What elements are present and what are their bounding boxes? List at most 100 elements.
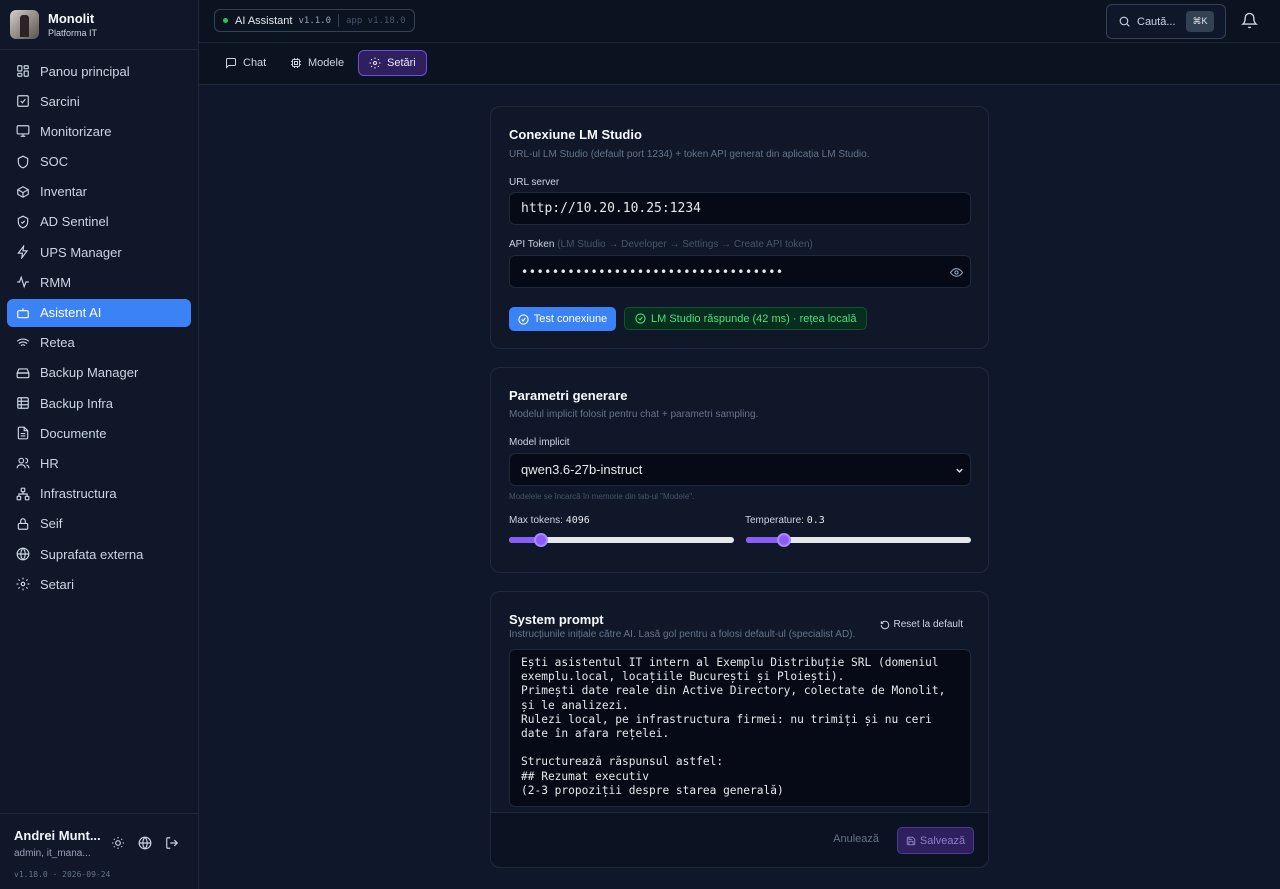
tab-modele[interactable]: Modele [280,50,354,76]
sidebar-item-label: Suprafata externa [40,546,144,562]
sidebar-item-label: AD Sentinel [40,214,109,230]
connection-status-badge: LM Studio răspunde (42 ms) · rețea local… [624,307,868,330]
sidebar-item-label: RMM [40,274,72,290]
user-name: Andrei Munt... [14,828,101,843]
sidebar-item-label: Backup Infra [40,395,113,411]
url-input[interactable]: http://10.20.10.25:1234 [509,192,971,225]
system-prompt-title: System prompt [509,612,604,627]
gear-icon [16,577,30,591]
sidebar-item-label: Monitorizare [40,123,112,139]
connection-status-text: LM Studio răspunde (42 ms) · rețea local… [651,312,857,325]
tab-setari[interactable]: Setări [358,50,427,76]
form-footer: Anulează Salvează [491,812,988,867]
system-prompt-description: Instrucțiunile inițiale către AI. Lasă g… [509,629,856,640]
sidebar-item-backup-manager[interactable]: Backup Manager [7,359,191,387]
sidebar-item-monitorizare[interactable]: Monitorizare [7,117,191,145]
sidebar-item-rmm[interactable]: RMM [7,268,191,296]
bell-icon[interactable] [1241,12,1258,29]
sidebar-nav: Panou principal Sarcini Monitorizare SOC… [0,50,198,598]
globe-icon [16,547,30,561]
eye-icon[interactable] [950,266,963,279]
sidebar-item-hr[interactable]: HR [7,449,191,477]
tab-chat[interactable]: Chat [215,50,276,76]
token-label: API Token (LM Studio → Developer → Setti… [509,239,813,250]
sidebar-item-infrastructura[interactable]: Infrastructura [7,480,191,508]
connection-card: Conexiune LM Studio URL-ul LM Studio (de… [490,106,989,349]
sidebar-item-label: Panou principal [40,63,130,79]
brand-logo [10,10,39,39]
sidebar-item-setari[interactable]: Setari [7,570,191,598]
temperature-slider[interactable] [746,533,971,547]
gear-icon [369,57,381,69]
sidebar-item-inventar[interactable]: Inventar [7,178,191,206]
network-icon [16,487,30,501]
tab-label: Modele [308,57,345,69]
model-hint: Modelele se încarcă în memorie din tab-u… [509,492,695,501]
search-placeholder: Caută... [1137,15,1176,28]
search-icon [1118,15,1131,28]
connection-description: URL-ul LM Studio (default port 1234) + t… [509,149,870,160]
search-button[interactable]: Caută... ⌘K [1106,4,1226,39]
save-button[interactable]: Salvează [897,827,974,854]
check-circle-icon [635,313,646,324]
zap-icon [16,245,30,260]
cpu-icon [290,57,302,69]
token-input[interactable]: •••••••••••••••••••••••••••••••••• [509,255,971,288]
cancel-button[interactable]: Anulează [833,833,879,845]
app-badge: AI Assistant v1.1.0 app v1.18.0 [214,9,415,32]
sidebar-item-label: Inventar [40,184,87,200]
wifi-icon [16,336,30,350]
chevron-down-icon [954,465,965,476]
sidebar-item-backup-infra[interactable]: Backup Infra [7,389,191,417]
save-icon [906,836,916,846]
sidebar-item-label: Backup Manager [40,365,139,381]
app-version: v1.18.0 · 2026-09-24 [14,870,111,879]
brand-name: Monolit [48,11,95,26]
sidebar-item-seif[interactable]: Seif [7,510,191,538]
shortcut-badge: ⌘K [1186,11,1214,32]
sidebar-item-retea[interactable]: Retea [7,329,191,357]
system-prompt-textarea[interactable]: Ești asistentul IT intern al Exemplu Dis… [509,649,971,807]
generation-title: Parametri generare [509,388,628,403]
brand[interactable]: Monolit Platforma IT [0,0,198,50]
sidebar-item-label: Seif [40,516,63,532]
sidebar-item-panou-principal[interactable]: Panou principal [7,57,191,85]
user-role: admin, it_mana... [14,848,91,859]
app-name: AI Assistant [235,14,293,27]
sidebar-item-asistent-ai[interactable]: Asistent AI [7,298,191,327]
main-content: Conexiune LM Studio URL-ul LM Studio (de… [199,85,1280,889]
sidebar-item-ups-manager[interactable]: UPS Manager [7,238,191,266]
sidebar-item-soc[interactable]: SOC [7,148,191,176]
sidebar-item-label: HR [40,455,59,471]
sun-icon[interactable] [111,836,125,850]
sidebar-item-documente[interactable]: Documente [7,419,191,447]
tab-label: Chat [243,57,267,69]
model-value: qwen3.6-27b-instruct [521,462,643,477]
model-select[interactable]: qwen3.6-27b-instruct [509,453,971,486]
reset-default-button[interactable]: Reset la default [880,619,963,630]
checkbox-icon [16,94,30,108]
logout-icon[interactable] [165,836,179,850]
token-hint: (LM Studio → Developer → Settings → Crea… [557,239,813,250]
max-tokens-value: 4096 [565,515,590,526]
system-prompt-card: System prompt Instrucțiunile inițiale că… [490,591,989,868]
sidebar-item-label: Setari [40,576,74,592]
sidebar-item-label: Sarcini [40,93,80,109]
sidebar-item-label: SOC [40,154,69,170]
sidebar-item-suprafata-externa[interactable]: Suprafata externa [7,540,191,568]
url-value: http://10.20.10.25:1234 [521,201,702,216]
sidebar-item-sarcini[interactable]: Sarcini [7,87,191,115]
topbar: AI Assistant v1.1.0 app v1.18.0 Caută...… [199,0,1280,43]
globe-icon[interactable] [138,836,152,850]
slider-thumb[interactable] [533,533,548,547]
max-tokens-slider[interactable] [509,533,734,547]
sidebar-item-ad-sentinel[interactable]: AD Sentinel [7,208,191,236]
tab-bar: Chat Modele Setări [199,43,1280,85]
database-icon [16,396,30,410]
file-text-icon [16,426,30,440]
sidebar-item-label: Infrastructura [40,486,117,502]
test-connection-button[interactable]: Test conexiune [509,307,616,331]
sidebar-item-label: Asistent AI [40,305,102,320]
connection-title: Conexiune LM Studio [509,127,642,142]
slider-thumb[interactable] [777,533,792,547]
